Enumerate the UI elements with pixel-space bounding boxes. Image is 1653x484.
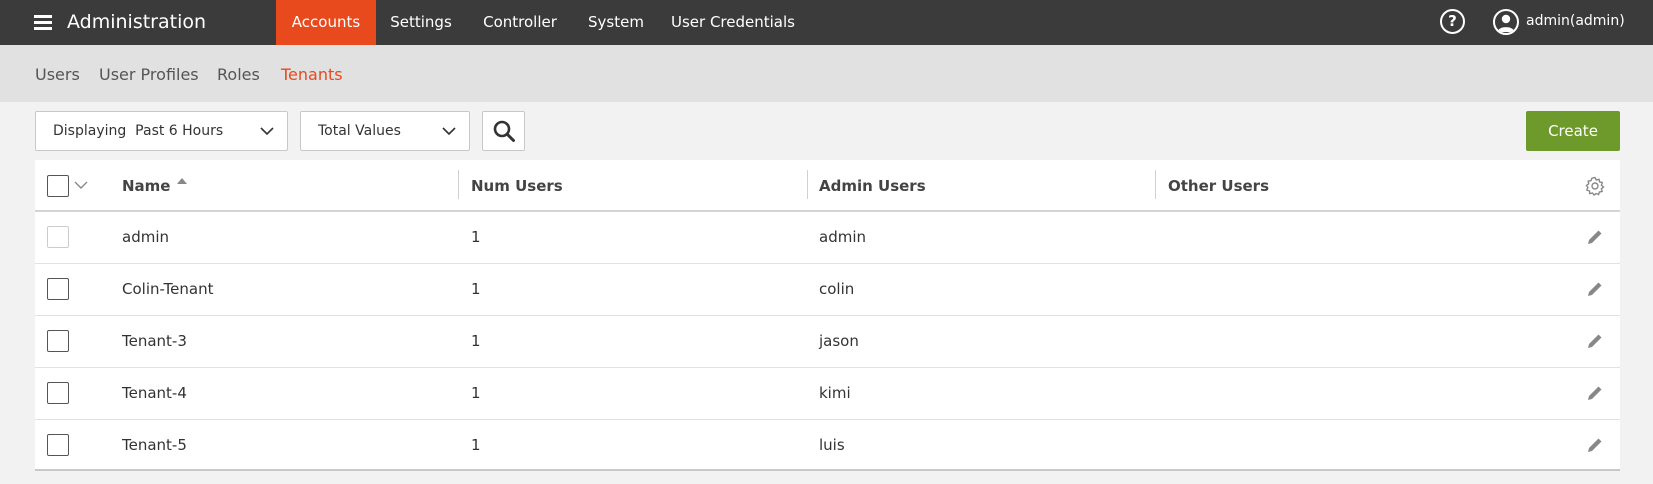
row-checkbox[interactable] [47,434,69,456]
column-header-other-users[interactable]: Other Users [1168,177,1269,195]
select-options-chevron-icon[interactable] [74,180,88,190]
nav-tab-controller[interactable]: Controller [466,0,574,45]
edit-pencil-icon[interactable] [1586,332,1604,350]
table-header: Name Num Users Admin Users Other Users [35,160,1620,212]
row-checkbox[interactable] [47,278,69,300]
nav-tab-system[interactable]: System [574,0,658,45]
column-header-admin-users[interactable]: Admin Users [819,177,926,195]
help-icon[interactable]: ? [1440,9,1465,34]
table-row[interactable]: Tenant-4 1 kimi [35,368,1620,420]
value-mode-dropdown[interactable]: Total Values [300,111,470,151]
sub-nav: Users User Profiles Roles Tenants [0,45,1653,102]
nav-tab-user-credentials[interactable]: User Credentials [658,0,808,45]
sort-ascending-icon[interactable] [176,177,188,185]
cell-num-users: 1 [471,436,481,454]
search-button[interactable] [482,111,525,151]
table-row[interactable]: admin 1 admin [35,212,1620,264]
sub-tab-user-profiles[interactable]: User Profiles [99,65,199,84]
cell-name: Tenant-4 [122,384,187,402]
tenants-table: Name Num Users Admin Users Other Users a… [35,160,1620,471]
cell-admin-users: colin [819,280,855,298]
time-range-dropdown[interactable]: Displaying Past 6 Hours [35,111,288,151]
user-avatar-icon [1493,9,1519,35]
cell-name: Colin-Tenant [122,280,214,298]
cell-name: Tenant-3 [122,332,187,350]
user-label: admin(admin) [1526,13,1625,29]
column-divider[interactable] [458,170,459,199]
cell-admin-users: kimi [819,384,851,402]
edit-pencil-icon[interactable] [1586,280,1604,298]
value-mode-label: Total Values [318,123,401,139]
cell-admin-users: luis [819,436,845,454]
edit-pencil-icon[interactable] [1586,228,1604,246]
chevron-down-icon [260,127,274,136]
column-divider[interactable] [1155,170,1156,199]
sub-tab-users[interactable]: Users [35,65,80,84]
top-bar: Administration Accounts Settings Control… [0,0,1653,45]
cell-num-users: 1 [471,280,481,298]
column-header-name[interactable]: Name [122,177,170,195]
table-row[interactable]: Tenant-5 1 luis [35,420,1620,472]
cell-name: Tenant-5 [122,436,187,454]
nav-tab-settings[interactable]: Settings [376,0,466,45]
sub-tab-roles[interactable]: Roles [217,65,260,84]
app-title: Administration [67,11,207,33]
table-row[interactable]: Colin-Tenant 1 colin [35,264,1620,316]
time-range-label: Displaying Past 6 Hours [53,123,224,139]
cell-admin-users: jason [819,332,859,350]
edit-pencil-icon[interactable] [1586,436,1604,454]
nav-tab-accounts[interactable]: Accounts [276,0,376,45]
row-checkbox[interactable] [47,330,69,352]
table-row[interactable]: Tenant-3 1 jason [35,316,1620,368]
column-header-num-users[interactable]: Num Users [471,177,563,195]
cell-admin-users: admin [819,228,866,246]
gear-icon[interactable] [1585,176,1605,196]
row-checkbox [47,226,69,248]
hamburger-menu-icon[interactable] [34,15,52,30]
edit-pencil-icon[interactable] [1586,384,1604,402]
create-button[interactable]: Create [1526,111,1620,151]
cell-num-users: 1 [471,384,481,402]
sub-tab-tenants[interactable]: Tenants [281,65,343,84]
cell-num-users: 1 [471,332,481,350]
column-divider[interactable] [807,170,808,199]
cell-name: admin [122,228,169,246]
chevron-down-icon [442,127,456,136]
search-icon [493,120,515,142]
select-all-checkbox[interactable] [47,175,69,197]
cell-num-users: 1 [471,228,481,246]
row-checkbox[interactable] [47,382,69,404]
